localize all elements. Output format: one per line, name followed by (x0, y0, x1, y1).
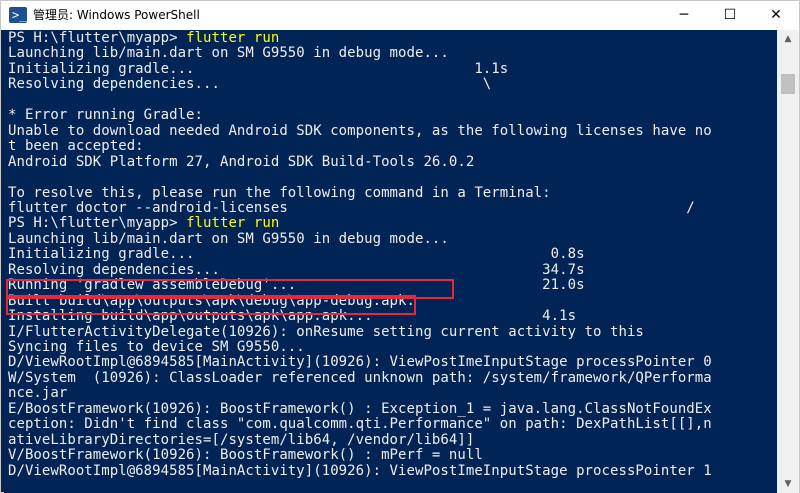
console-line: Unable to download needed Android SDK co… (8, 122, 712, 139)
console-line: Initializing gradle... 1.1s (8, 60, 509, 77)
powershell-icon[interactable]: >_ (9, 7, 27, 23)
console-line: flutter doctor --android-licenses / (8, 199, 695, 216)
console-line: Syncing files to device SM G9550... (8, 339, 305, 355)
console-line: * Error running Gradle: (8, 107, 204, 124)
console-line: Resolving dependencies... \ (8, 76, 492, 93)
vertical-scrollbar[interactable]: ▲ ▼ (777, 30, 799, 493)
prompt-text: PS H:\flutter\myapp> (8, 30, 187, 46)
powershell-icon-glyph: >_ (12, 8, 27, 22)
console-line: D/ViewRootImpl@6894585[MainActivity](109… (8, 354, 712, 371)
console-line: D/ViewRootImpl@6894585[MainActivity](109… (8, 462, 712, 479)
console-prompt-line: PS H:\flutter\myapp> flutter run (8, 216, 279, 231)
console-line: To resolve this, please run the followin… (8, 184, 551, 201)
prompt-text: PS H:\flutter\myapp> (8, 215, 187, 232)
command-text: flutter run (186, 30, 280, 46)
console-line: I/FlutterActivityDelegate(10926): onResu… (8, 323, 644, 340)
maximize-button[interactable]: ☐ (707, 1, 753, 30)
console-line: Launching lib/main.dart on SM G9550 in d… (8, 230, 449, 247)
scroll-up-arrow-icon[interactable]: ▲ (777, 30, 799, 48)
title-bar[interactable]: >_ 管理员: Windows PowerShell ─ ☐ ✕ (1, 1, 799, 30)
window-title: 管理员: Windows PowerShell (33, 8, 200, 22)
powershell-window: >_ 管理员: Windows PowerShell ─ ☐ ✕ PS H:\f… (0, 0, 800, 493)
console-line: W/System (10926): ClassLoader referenced… (8, 369, 712, 386)
console-line: ception: Didn't find class "com.qualcomm… (8, 416, 712, 433)
minimize-button[interactable]: ─ (661, 1, 707, 30)
console-line: Android SDK Platform 27, Android SDK Bui… (8, 153, 475, 170)
console-output[interactable]: PS H:\flutter\myapp> flutter run Launchin… (4, 30, 777, 493)
console-prompt-line: PS H:\flutter\myapp> flutter run (8, 31, 279, 46)
console-line: t been accepted: (8, 138, 144, 155)
console-line: E/BoostFramework(10926): BoostFramework(… (8, 400, 712, 417)
red-highlight-box-installing-apk (6, 295, 416, 315)
scrollbar-thumb[interactable] (781, 74, 795, 94)
console-line: ativeLibraryDirectories=[/system/lib64, … (8, 431, 475, 448)
console-line: Initializing gradle... 0.8s (8, 246, 585, 263)
console-line: V/BoostFramework(10926): BoostFramework(… (8, 447, 483, 464)
close-button[interactable]: ✕ (753, 1, 799, 30)
console-line: Launching lib/main.dart on SM G9550 in d… (8, 45, 449, 62)
console-line: Resolving dependencies... 34.7s (8, 261, 585, 278)
console-line: nce.jar (8, 385, 68, 402)
command-text: flutter run (186, 215, 280, 232)
scroll-down-arrow-icon[interactable]: ▼ (777, 475, 799, 493)
